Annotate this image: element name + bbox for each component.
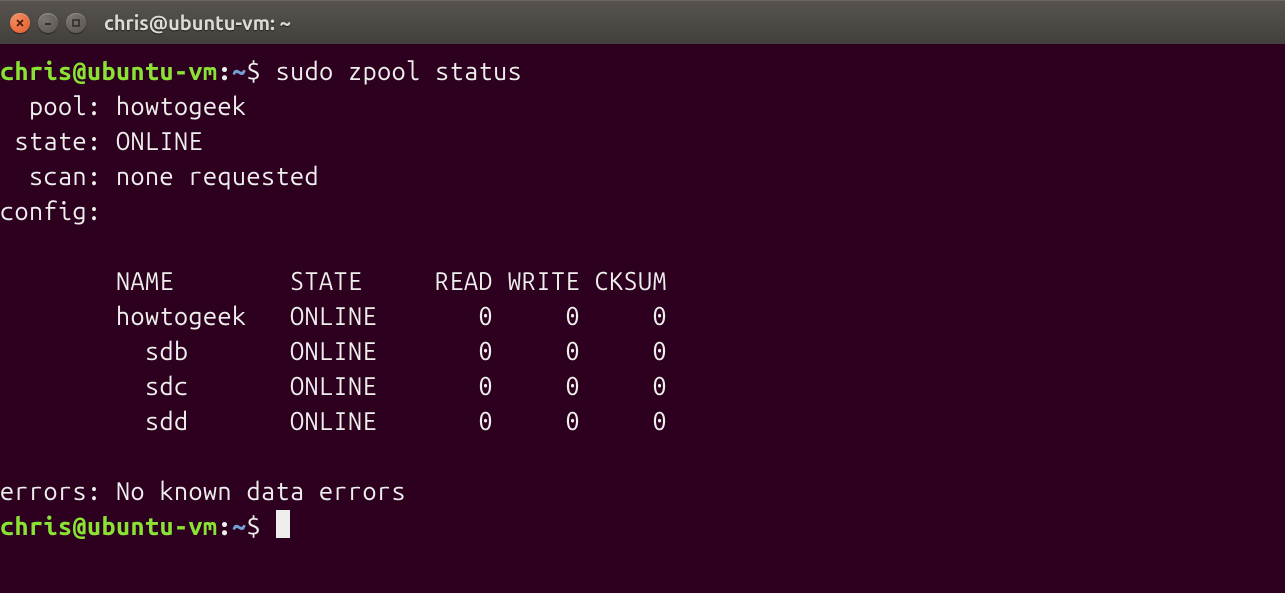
- cursor: [276, 510, 290, 538]
- config-table: NAME STATE READ WRITE CKSUM howtogeek ON…: [0, 267, 667, 435]
- prompt-user-host: chris@ubuntu-vm: [0, 512, 218, 540]
- minimize-icon[interactable]: [38, 13, 58, 33]
- prompt-path: ~: [232, 57, 247, 85]
- prompt-separator: :: [218, 57, 233, 85]
- window-controls: [10, 13, 86, 33]
- terminal-window: chris@ubuntu-vm: ~ chris@ubuntu-vm:~$ su…: [0, 0, 1285, 593]
- output-pool-value: howtogeek: [116, 92, 247, 120]
- prompt-symbol: $: [247, 57, 262, 85]
- output-pool-label: pool:: [0, 92, 102, 120]
- output-errors-label: errors:: [0, 477, 102, 505]
- prompt-separator: :: [218, 512, 233, 540]
- maximize-icon[interactable]: [66, 13, 86, 33]
- window-titlebar[interactable]: chris@ubuntu-vm: ~: [0, 0, 1285, 44]
- close-icon[interactable]: [10, 13, 30, 33]
- output-state-label: state:: [0, 127, 102, 155]
- output-errors-value: No known data errors: [116, 477, 406, 505]
- terminal-body[interactable]: chris@ubuntu-vm:~$ sudo zpool status poo…: [0, 44, 1285, 544]
- prompt-user-host: chris@ubuntu-vm: [0, 57, 218, 85]
- output-scan-value: none requested: [116, 162, 319, 190]
- prompt-symbol: $: [247, 512, 262, 540]
- window-title: chris@ubuntu-vm: ~: [104, 11, 291, 34]
- output-state-value: ONLINE: [116, 127, 203, 155]
- output-scan-label: scan:: [0, 162, 102, 190]
- prompt-path: ~: [232, 512, 247, 540]
- output-config-label: config:: [0, 197, 102, 225]
- command-text: sudo zpool status: [276, 57, 523, 85]
